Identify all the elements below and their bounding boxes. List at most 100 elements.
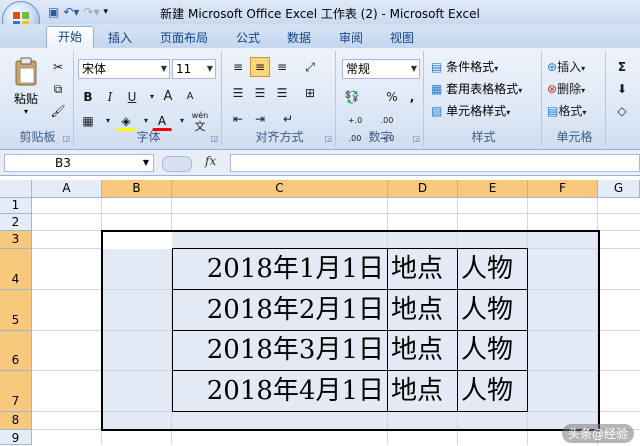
increase-indent-icon[interactable]: ⇥ <box>250 109 270 129</box>
chevron-down-icon: ▼ <box>142 158 149 167</box>
merge-center-icon[interactable]: ⊞ <box>300 83 320 103</box>
copy-icon[interactable]: ⧉ <box>48 79 68 99</box>
chevron-down-icon: ▼ <box>160 64 167 73</box>
row-header-2[interactable]: 2 <box>0 214 32 231</box>
insert-cells-button[interactable]: ⊕插入▾ <box>546 57 604 77</box>
format-label: 格式 <box>558 104 583 118</box>
tab-data[interactable]: 数据 <box>287 29 311 46</box>
alignment-group-label: 对齐方式 <box>255 130 304 144</box>
font-group: 宋体 ▼ 11 ▼ B I U ▾ A A ▦ ▾ ◈ ▾ A ▾ wén 文 … <box>76 51 222 147</box>
cell-person[interactable]: 人物 <box>461 290 513 330</box>
cut-icon[interactable]: ✂ <box>48 57 68 77</box>
orientation-icon[interactable]: ⤢ <box>300 57 320 77</box>
comma-button[interactable]: , <box>402 87 422 107</box>
currency-icon[interactable]: 💱 <box>342 87 362 107</box>
name-box[interactable]: B3 ▼ <box>4 154 154 172</box>
cell-place[interactable]: 地点 <box>391 371 443 411</box>
cells-group: ⊕插入▾ ⊗删除▾ ▤格式▾ 单元格 <box>544 51 606 147</box>
cell-place[interactable]: 地点 <box>391 290 443 330</box>
row-header-8[interactable]: 8 <box>0 412 32 430</box>
row-header-4[interactable]: 4 <box>0 249 32 290</box>
font-name-select[interactable]: 宋体 ▼ <box>78 59 170 79</box>
column-header-a[interactable]: A <box>32 180 102 198</box>
column-header-e[interactable]: E <box>458 180 528 198</box>
decrease-indent-icon[interactable]: ⇤ <box>228 109 248 129</box>
wrap-text-icon[interactable]: ↵ <box>278 109 298 129</box>
row-header-5[interactable]: 5 <box>0 290 32 331</box>
font-launcher-icon[interactable]: ◲ <box>210 134 218 143</box>
align-left-icon[interactable]: ☰ <box>228 83 248 103</box>
delete-cells-button[interactable]: ⊗删除▾ <box>546 79 604 99</box>
cell-date[interactable]: 2018年4月1日 <box>172 371 384 411</box>
row-header-6[interactable]: 6 <box>0 331 32 371</box>
font-size-value: 11 <box>176 62 192 76</box>
column-header-b[interactable]: B <box>102 180 172 198</box>
font-size-select[interactable]: 11 ▼ <box>172 59 216 79</box>
align-top-icon[interactable]: ≡ <box>228 57 248 77</box>
editing-group: Σ ⬇ ◇ <box>608 51 640 147</box>
number-format-value: 常规 <box>346 62 371 76</box>
paste-button[interactable]: 粘贴 ▾ <box>8 55 44 119</box>
delete-label: 删除 <box>557 82 582 96</box>
cell-person[interactable]: 人物 <box>461 330 513 370</box>
insert-function-icon[interactable]: fx <box>205 154 216 168</box>
clipboard-launcher-icon[interactable]: ◲ <box>62 134 70 143</box>
fill-down-icon[interactable]: ⬇ <box>612 79 632 99</box>
bold-button[interactable]: B <box>78 87 98 107</box>
row-header-1[interactable]: 1 <box>0 198 32 214</box>
row-header-3[interactable]: 3 <box>0 231 32 249</box>
formula-input[interactable] <box>230 154 640 172</box>
cell-area[interactable]: 2018年1月1日 地点 人物 2018年2月1日 地点 人物 2018年3月1… <box>32 198 640 445</box>
column-header-d[interactable]: D <box>388 180 458 198</box>
autosum-icon[interactable]: Σ <box>612 57 632 77</box>
align-bottom-icon[interactable]: ≡ <box>272 57 292 77</box>
clear-icon[interactable]: ◇ <box>612 101 632 121</box>
paste-dropdown-icon[interactable]: ▾ <box>8 107 44 116</box>
column-header-f[interactable]: F <box>528 180 598 198</box>
ribbon: 粘贴 ▾ ✂ ⧉ 🖌 剪贴板 ◲ 宋体 ▼ 11 ▼ B I U ▾ A A ▦… <box>0 48 640 150</box>
cell-place[interactable]: 地点 <box>391 330 443 370</box>
row-header-7[interactable]: 7 <box>0 371 32 412</box>
delete-icon: ⊗ <box>547 82 558 96</box>
cell-place[interactable]: 地点 <box>391 249 443 289</box>
select-all-corner[interactable] <box>0 180 32 198</box>
grow-font-button[interactable]: A <box>158 87 178 107</box>
tab-page-layout[interactable]: 页面布局 <box>160 29 208 46</box>
italic-button[interactable]: I <box>100 87 120 107</box>
conditional-format-button[interactable]: ▤ 条件格式▾ <box>430 57 540 77</box>
watermark: 头条@经验 <box>561 424 634 443</box>
number-format-select[interactable]: 常规 ▼ <box>342 59 420 79</box>
align-right-icon[interactable]: ☰ <box>272 83 292 103</box>
column-header-g[interactable]: G <box>598 180 640 198</box>
column-header-c[interactable]: C <box>172 180 388 198</box>
cell-styles-button[interactable]: ▧ 单元格样式▾ <box>430 101 540 121</box>
align-middle-icon[interactable]: ≡ <box>250 57 270 77</box>
cell-date[interactable]: 2018年3月1日 <box>172 330 384 370</box>
cell-date[interactable]: 2018年1月1日 <box>172 249 384 289</box>
format-cells-button[interactable]: ▤格式▾ <box>546 101 604 121</box>
tab-review[interactable]: 审阅 <box>339 29 363 46</box>
align-center-icon[interactable]: ☰ <box>250 83 270 103</box>
format-painter-icon[interactable]: 🖌 <box>48 101 68 121</box>
tab-insert[interactable]: 插入 <box>108 29 132 46</box>
row-header-9[interactable]: 9 <box>0 430 32 445</box>
ribbon-tabs: 开始 插入 页面布局 公式 数据 审阅 视图 <box>0 24 640 49</box>
tab-formulas[interactable]: 公式 <box>236 29 260 46</box>
tab-view[interactable]: 视图 <box>390 29 414 46</box>
alignment-launcher-icon[interactable]: ◲ <box>324 134 332 143</box>
cell-date[interactable]: 2018年2月1日 <box>172 290 384 330</box>
number-launcher-icon[interactable]: ◲ <box>412 134 420 143</box>
cell-styles-icon: ▧ <box>431 104 443 118</box>
insert-icon: ⊕ <box>547 60 558 74</box>
shrink-font-button[interactable]: A <box>180 87 200 107</box>
spreadsheet-grid: A B C D E F G 1 2 3 4 5 6 7 8 9 2018年1月1… <box>0 176 640 445</box>
percent-button[interactable]: % <box>382 87 402 107</box>
tab-home[interactable]: 开始 <box>46 26 95 49</box>
formula-bar-separator <box>162 156 192 172</box>
underline-button[interactable]: U <box>122 87 142 107</box>
styles-group: ▤ 条件格式▾ ▦ 套用表格格式▾ ▧ 单元格样式▾ 样式 <box>426 51 542 147</box>
format-as-table-button[interactable]: ▦ 套用表格格式▾ <box>430 79 540 99</box>
cell-person[interactable]: 人物 <box>461 249 513 289</box>
table-format-icon: ▦ <box>431 82 443 96</box>
cell-person[interactable]: 人物 <box>461 371 513 411</box>
